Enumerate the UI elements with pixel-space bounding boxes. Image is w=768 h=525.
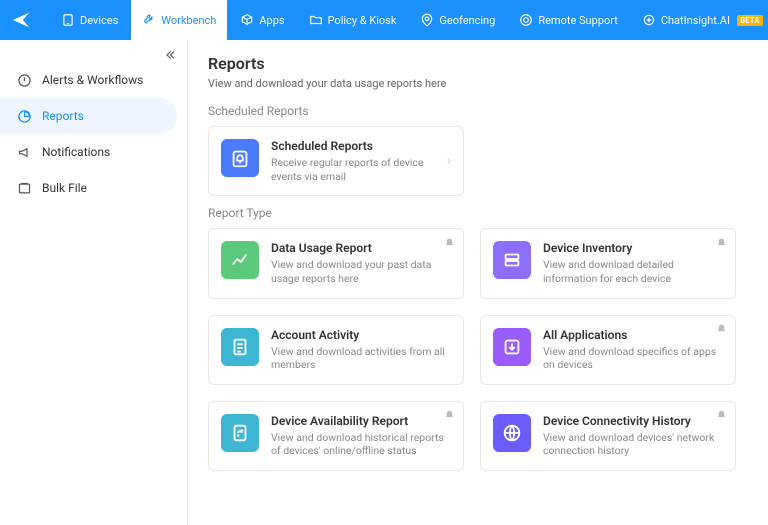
nav-label: Workbench [161,14,216,27]
beta-badge: BETA [737,15,763,26]
main-content: Reports View and download your data usag… [188,40,768,525]
nav-apps[interactable]: Apps [229,0,295,40]
section-report-type: Report Type [208,206,748,220]
nav-label: Devices [80,14,118,27]
sidebar-item-label: Alerts & Workflows [42,73,143,87]
card-title: Account Activity [271,328,451,342]
bell-add-icon[interactable] [441,408,457,424]
card-title: Device Inventory [543,241,723,255]
sidebar-item-bulk-file[interactable]: Bulk File [0,170,187,206]
tablet-icon [61,13,75,27]
location-icon [420,13,434,27]
file-icon [16,180,32,196]
collapse-sidebar-button[interactable] [161,46,179,64]
card-desc: View and download devices' network conne… [543,431,723,458]
topbar: Devices Workbench Apps Policy & Kiosk Ge… [0,0,768,40]
nav-label: Policy & Kiosk [328,14,397,27]
sidebar-item-notifications[interactable]: Notifications [0,134,187,170]
megaphone-icon [16,144,32,160]
card-data-usage[interactable]: Data Usage Report View and download your… [208,228,464,298]
card-desc: View and download activities from all me… [271,345,451,372]
nav-devices[interactable]: Devices [50,0,129,40]
logo[interactable] [10,5,32,35]
card-device-inventory[interactable]: Device Inventory View and download detai… [480,228,736,298]
globe-icon [493,414,531,452]
sidebar-item-label: Reports [42,109,84,123]
card-desc: View and download your past data usage r… [271,258,451,285]
nav-policy[interactable]: Policy & Kiosk [298,0,408,40]
card-scheduled-reports[interactable]: Scheduled Reports Receive regular report… [208,126,464,196]
card-title: Scheduled Reports [271,139,435,153]
nav-remote-support[interactable]: Remote Support [508,0,629,40]
sidebar-item-reports[interactable]: Reports [0,98,177,134]
card-account-activity[interactable]: Account Activity View and download activ… [208,315,464,385]
card-all-applications[interactable]: All Applications View and download speci… [480,315,736,385]
cube-icon [240,13,254,27]
wrench-icon [142,13,156,27]
alert-icon [16,72,32,88]
nav-label: Apps [259,14,284,27]
bell-add-icon[interactable] [713,322,729,338]
card-title: Data Usage Report [271,241,451,255]
card-device-availability[interactable]: Device Availability Report View and down… [208,401,464,471]
refresh-icon [221,414,259,452]
bell-add-icon[interactable] [713,408,729,424]
report-icon [16,108,32,124]
nav-label: Remote Support [538,14,618,27]
nav-chatinsight[interactable]: ChatInsight.AI BETA [631,0,768,40]
nav-label: Geofencing [439,14,495,27]
card-desc: View and download historical reports of … [271,431,451,458]
sidebar-item-alerts[interactable]: Alerts & Workflows [0,62,187,98]
sidebar-item-label: Bulk File [42,181,87,195]
sparkle-icon [642,13,656,27]
card-desc: Receive regular reports of device events… [271,156,435,183]
clipboard-icon [221,328,259,366]
nav-workbench[interactable]: Workbench [131,0,227,40]
chart-icon [221,241,259,279]
folder-icon [309,13,323,27]
card-title: Device Connectivity History [543,414,723,428]
card-device-connectivity[interactable]: Device Connectivity History View and dow… [480,401,736,471]
sidebar: Alerts & Workflows Reports Notifications… [0,40,188,525]
nav-geofencing[interactable]: Geofencing [409,0,506,40]
bell-add-icon[interactable] [441,235,457,251]
server-icon [493,241,531,279]
card-title: Device Availability Report [271,414,451,428]
page-title: Reports [208,54,748,73]
calendar-bell-icon [221,139,259,177]
card-desc: View and download specifics of apps on d… [543,345,723,372]
page-subtitle: View and download your data usage report… [208,77,748,90]
download-icon [493,328,531,366]
card-title: All Applications [543,328,723,342]
nav-label: ChatInsight.AI [661,14,730,27]
chevron-right-icon: › [447,153,451,169]
bell-add-icon[interactable] [713,235,729,251]
section-scheduled: Scheduled Reports [208,104,748,118]
card-desc: View and download detailed information f… [543,258,723,285]
sidebar-item-label: Notifications [42,145,110,159]
lifering-icon [519,13,533,27]
